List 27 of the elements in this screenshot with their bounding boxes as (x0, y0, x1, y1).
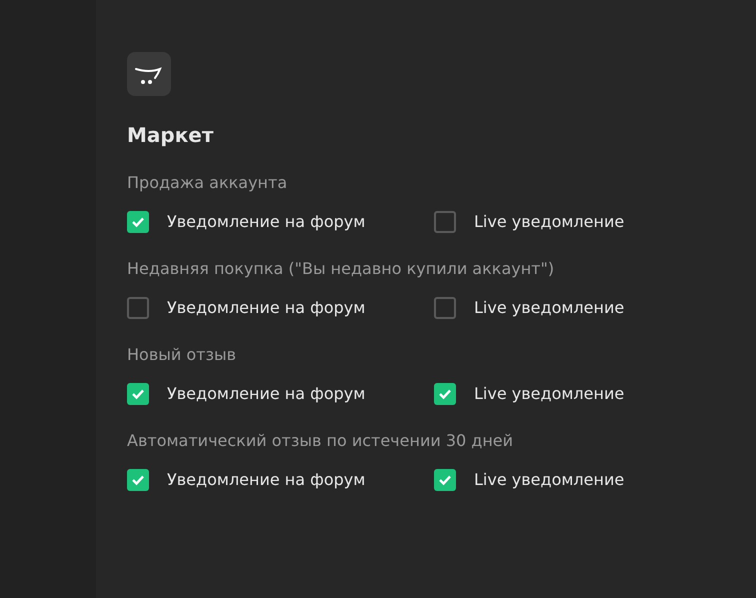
check-icon (438, 388, 452, 400)
check-icon (131, 216, 145, 228)
checkbox-label: Live уведомление (474, 383, 624, 405)
checkbox[interactable] (434, 297, 456, 319)
check-icon (131, 474, 145, 486)
checkbox-label: Live уведомление (474, 297, 624, 319)
check-icon (438, 474, 452, 486)
group-label: Автоматический отзыв по истечении 30 дней (127, 430, 514, 452)
checkbox[interactable] (434, 383, 456, 405)
check-icon (131, 388, 145, 400)
group-label: Продажа аккаунта (127, 172, 288, 194)
checkbox-label: Уведомление на форум (167, 211, 366, 233)
checkbox-label: Уведомление на форум (167, 297, 366, 319)
checkbox[interactable] (127, 297, 149, 319)
cart-logo-icon (127, 52, 171, 96)
checkbox[interactable] (127, 383, 149, 405)
group-label: Недавняя покупка ("Вы недавно купили аккаунт") (127, 258, 556, 280)
group-label: Новый отзыв (127, 344, 238, 366)
checkbox[interactable] (127, 211, 149, 233)
section-title: Маркет (127, 122, 214, 149)
checkbox-label: Уведомление на форум (167, 383, 366, 405)
checkbox-label: Live уведомление (474, 469, 624, 491)
checkbox[interactable] (127, 469, 149, 491)
checkbox[interactable] (434, 211, 456, 233)
checkbox-label: Live уведомление (474, 211, 624, 233)
checkbox-label: Уведомление на форум (167, 469, 366, 491)
checkbox[interactable] (434, 469, 456, 491)
